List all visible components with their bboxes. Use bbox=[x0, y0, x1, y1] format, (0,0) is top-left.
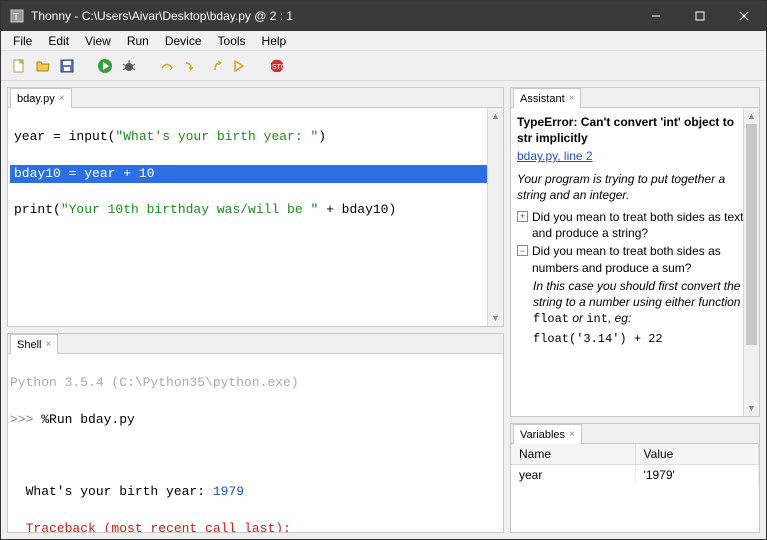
step-into-icon[interactable] bbox=[181, 56, 201, 76]
run-icon[interactable] bbox=[95, 56, 115, 76]
toolbar: STOP bbox=[1, 51, 766, 81]
assistant-body: TypeError: Can't convert 'int' object to… bbox=[511, 108, 759, 353]
assistant-tabbar: Assistant × bbox=[511, 88, 759, 108]
editor-tabbar: bday.py × bbox=[8, 88, 503, 108]
svg-text:T: T bbox=[13, 12, 19, 23]
variables-tabbar: Variables × bbox=[511, 424, 759, 444]
editor-tab[interactable]: bday.py × bbox=[10, 88, 72, 108]
variables-col-value[interactable]: Value bbox=[635, 444, 758, 465]
var-name: year bbox=[511, 465, 635, 486]
content-area: bday.py × year = input("What's your birt… bbox=[1, 81, 766, 539]
open-file-icon[interactable] bbox=[33, 56, 53, 76]
save-file-icon[interactable] bbox=[57, 56, 77, 76]
shell-tab-label: Shell bbox=[17, 339, 41, 351]
shell-body[interactable]: Python 3.5.4 (C:\Python35\python.exe) >>… bbox=[8, 354, 503, 532]
var-value: '1979' bbox=[635, 465, 758, 486]
expand-icon[interactable]: + bbox=[517, 211, 528, 222]
assistant-scrollbar[interactable]: ▲ ▼ bbox=[743, 108, 759, 416]
assistant-intro: Your program is trying to put together a… bbox=[517, 171, 749, 203]
close-icon[interactable]: × bbox=[569, 429, 575, 440]
assistant-example: float('3.14') + 22 bbox=[533, 331, 749, 347]
editor-body[interactable]: year = input("What's your birth year: ")… bbox=[8, 108, 503, 326]
assistant-error-title: TypeError: Can't convert 'int' object to… bbox=[517, 114, 749, 146]
variables-tab[interactable]: Variables × bbox=[513, 424, 582, 444]
debug-icon[interactable] bbox=[119, 56, 139, 76]
scroll-up-icon[interactable]: ▲ bbox=[488, 108, 503, 124]
highlighted-line: bday10 = year + 10 bbox=[10, 165, 501, 183]
scroll-down-icon[interactable]: ▼ bbox=[744, 400, 759, 416]
stop-icon[interactable]: STOP bbox=[267, 56, 287, 76]
shell-panel: Shell × Python 3.5.4 (C:\Python35\python… bbox=[7, 333, 504, 533]
menubar: File Edit View Run Device Tools Help bbox=[1, 31, 766, 51]
new-file-icon[interactable] bbox=[9, 56, 29, 76]
scroll-up-icon[interactable]: ▲ bbox=[744, 108, 759, 124]
step-over-icon[interactable] bbox=[157, 56, 177, 76]
minimize-button[interactable] bbox=[634, 1, 678, 31]
shell-tab[interactable]: Shell × bbox=[10, 334, 58, 354]
assistant-detail: In this case you should first convert th… bbox=[533, 278, 749, 328]
step-out-icon[interactable] bbox=[205, 56, 225, 76]
svg-text:STOP: STOP bbox=[272, 64, 285, 71]
collapse-icon[interactable]: − bbox=[517, 245, 528, 256]
menu-run[interactable]: Run bbox=[119, 32, 157, 50]
editor-scrollbar[interactable]: ▲ ▼ bbox=[487, 108, 503, 326]
assistant-suggestion: Did you mean to treat both sides as text… bbox=[532, 209, 749, 241]
window-title: Thonny - C:\Users\Aivar\Desktop\bday.py … bbox=[31, 9, 634, 23]
close-icon[interactable]: × bbox=[59, 93, 65, 104]
editor-panel: bday.py × year = input("What's your birt… bbox=[7, 87, 504, 327]
menu-device[interactable]: Device bbox=[157, 32, 210, 50]
editor-tab-label: bday.py bbox=[17, 93, 55, 105]
assistant-tab[interactable]: Assistant × bbox=[513, 88, 581, 108]
variables-col-name[interactable]: Name bbox=[511, 444, 635, 465]
variables-body: Name Value year '1979' bbox=[511, 444, 759, 485]
variables-tab-label: Variables bbox=[520, 429, 565, 441]
assistant-tab-label: Assistant bbox=[520, 93, 565, 105]
titlebar: T Thonny - C:\Users\Aivar\Desktop\bday.p… bbox=[1, 1, 766, 31]
shell-tabbar: Shell × bbox=[8, 334, 503, 354]
resume-icon[interactable] bbox=[229, 56, 249, 76]
menu-file[interactable]: File bbox=[5, 32, 40, 50]
menu-help[interactable]: Help bbox=[254, 32, 295, 50]
assistant-error-link[interactable]: bday.py, line 2 bbox=[517, 149, 593, 163]
scroll-down-icon[interactable]: ▼ bbox=[488, 310, 503, 326]
menu-edit[interactable]: Edit bbox=[40, 32, 77, 50]
menu-tools[interactable]: Tools bbox=[210, 32, 254, 50]
menu-view[interactable]: View bbox=[77, 32, 119, 50]
app-icon: T bbox=[9, 8, 25, 24]
table-row[interactable]: year '1979' bbox=[511, 465, 759, 486]
close-icon[interactable]: × bbox=[45, 339, 51, 350]
assistant-suggestion: Did you mean to treat both sides as numb… bbox=[532, 243, 749, 275]
assistant-panel: Assistant × TypeError: Can't convert 'in… bbox=[510, 87, 760, 417]
maximize-button[interactable] bbox=[678, 1, 722, 31]
variables-panel: Variables × Name Value year '1979' bbox=[510, 423, 760, 533]
close-button[interactable] bbox=[722, 1, 766, 31]
close-icon[interactable]: × bbox=[569, 93, 575, 104]
